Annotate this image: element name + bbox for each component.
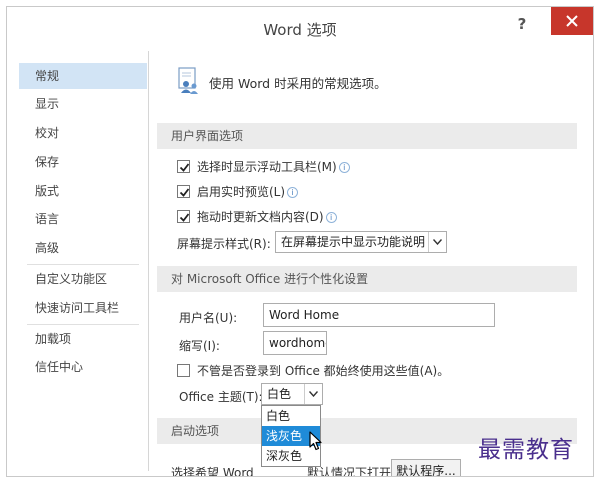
help-button[interactable]: ? [507, 11, 537, 37]
section-header-personalize: 对 Microsoft Office 进行个性化设置 [157, 266, 577, 292]
info-icon: i [287, 187, 299, 198]
sidebar-item-language[interactable]: 语言 [19, 206, 147, 232]
screentip-style-value: 在屏幕提示中显示功能说明 [281, 235, 426, 249]
sidebar-item-quick-access-toolbar[interactable]: 快速访问工具栏 [19, 295, 147, 321]
chevron-down-icon [309, 391, 318, 397]
initials-input[interactable]: wordhome [263, 331, 327, 355]
sidebar-divider [27, 324, 139, 325]
screentip-style-label: 屏幕提示样式(R): [177, 237, 271, 251]
initials-label: 缩写(I): [179, 339, 220, 353]
chevron-down-icon [433, 239, 442, 245]
sidebar-item-advanced[interactable]: 高级 [19, 235, 147, 261]
default-programs-label-left: 选择希望 Word [171, 466, 254, 477]
sidebar-item-trust-center[interactable]: 信任中心 [19, 354, 147, 380]
options-sidebar: 常规 显示 校对 保存 版式 语言 高级 自定义功能区 快速访问工具栏 加载项 … [19, 51, 149, 471]
live-preview-label: 启用实时预览(L) [197, 185, 286, 199]
checkmark-icon [179, 163, 190, 172]
section-header-ui-options: 用户界面选项 [157, 123, 577, 149]
word-options-dialog: Word 选项 ? 常规 显示 校对 保存 版式 语言 高级 自定义功能区 快速… [6, 6, 594, 477]
always-use-label: 不管是否登录到 Office 都始终使用这些值(A)。 [197, 364, 450, 378]
username-input[interactable]: Word Home [263, 303, 495, 327]
sidebar-item-customize-ribbon[interactable]: 自定义功能区 [19, 266, 147, 292]
close-button[interactable] [551, 7, 593, 35]
mini-toolbar-checkbox[interactable] [177, 160, 190, 173]
office-theme-select[interactable]: 白色 [261, 383, 323, 405]
title-bar: Word 选项 ? [7, 7, 593, 47]
sidebar-item-general[interactable]: 常规 [19, 63, 147, 89]
watermark: 最需教育 [478, 437, 574, 463]
dialog-title: Word 选项 [263, 21, 337, 39]
info-icon: i [338, 162, 350, 173]
screentip-style-select[interactable]: 在屏幕提示中显示功能说明 [275, 231, 447, 253]
update-content-label: 拖动时更新文档内容(D) [197, 210, 324, 224]
checkmark-icon [179, 188, 190, 197]
info-icon: i [325, 212, 337, 223]
live-preview-checkbox[interactable] [177, 185, 190, 198]
mouse-cursor-icon [309, 431, 322, 451]
update-content-checkbox[interactable] [177, 210, 190, 223]
sidebar-item-display[interactable]: 显示 [19, 91, 147, 117]
mini-toolbar-label: 选择时显示浮动工具栏(M) [197, 160, 337, 174]
people-settings-icon [178, 67, 198, 94]
sidebar-divider [27, 264, 139, 265]
username-label: 用户名(U): [179, 311, 238, 325]
general-options-panel: 使用 Word 时采用的常规选项。 用户界面选项 选择时显示浮动工具栏(M) i … [157, 51, 577, 476]
sidebar-item-proofing[interactable]: 校对 [19, 120, 147, 146]
sidebar-item-add-ins[interactable]: 加载项 [19, 326, 147, 352]
sidebar-item-layout[interactable]: 版式 [19, 178, 147, 204]
office-theme-value: 白色 [267, 387, 292, 401]
sidebar-item-save[interactable]: 保存 [19, 149, 147, 175]
intro-text: 使用 Word 时采用的常规选项。 [209, 76, 387, 91]
theme-option-white[interactable]: 白色 [262, 406, 320, 426]
close-icon [566, 15, 578, 27]
office-theme-label: Office 主题(T): [179, 390, 263, 404]
default-programs-button[interactable]: 默认程序... [391, 459, 461, 476]
checkmark-icon [179, 213, 190, 222]
always-use-checkbox[interactable] [177, 364, 190, 377]
